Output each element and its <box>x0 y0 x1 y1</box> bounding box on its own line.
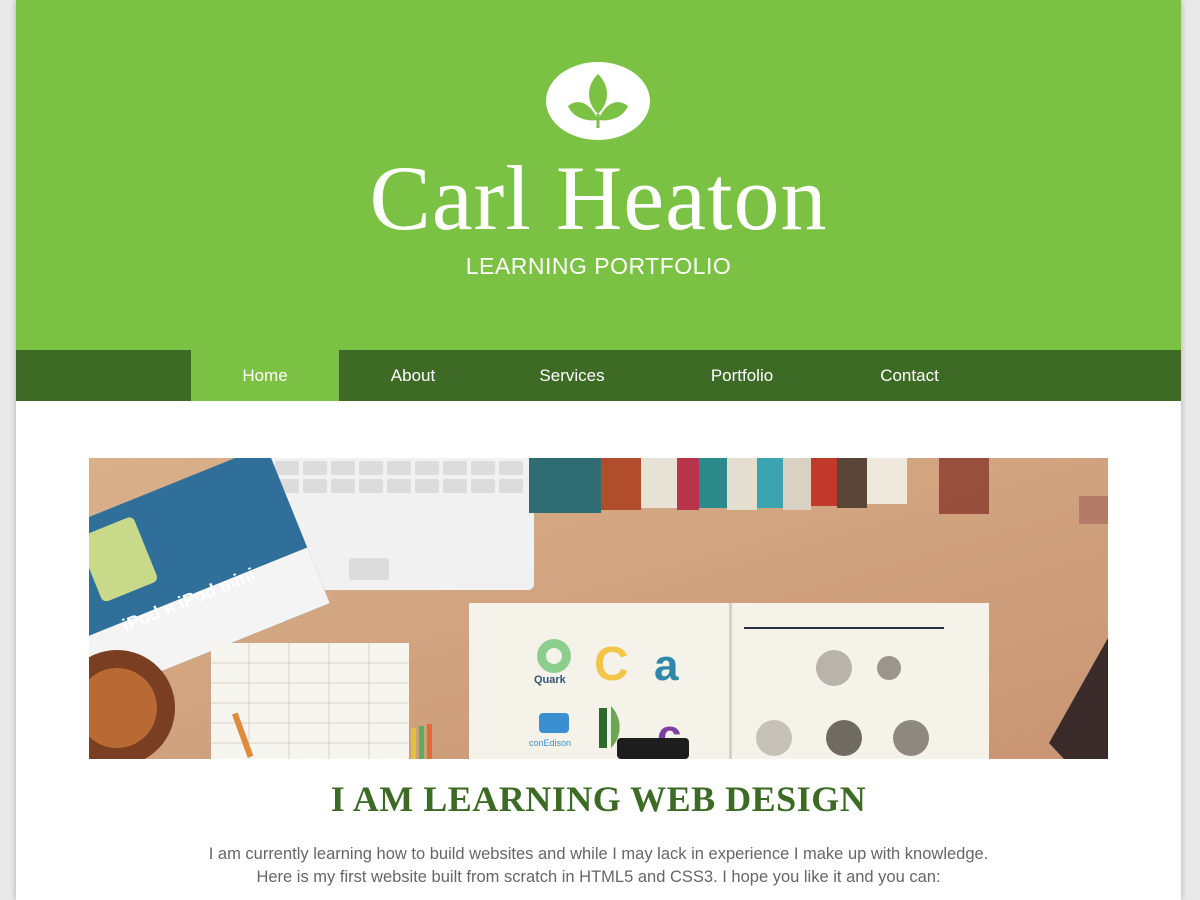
quark-logo-text: Quark <box>534 674 567 686</box>
main-nav: Home About Services Portfolio Contact <box>16 350 1181 401</box>
nav-item-contact[interactable]: Contact <box>827 350 992 401</box>
nav-item-about[interactable]: About <box>339 350 487 401</box>
svg-text:a: a <box>654 641 679 690</box>
site-header: Carl Heaton LEARNING PORTFOLIO <box>16 0 1181 350</box>
nav-item-portfolio[interactable]: Portfolio <box>657 350 827 401</box>
nav-item-services[interactable]: Services <box>487 350 657 401</box>
svg-text:C: C <box>594 638 629 691</box>
nav-item-home[interactable]: Home <box>191 350 339 401</box>
hero-image: iPod и iPod mini Quark C a conEdison c <box>89 458 1108 759</box>
main-headline: I AM LEARNING WEB DESIGN <box>330 779 867 819</box>
leaf-circle-icon <box>546 62 650 140</box>
site-title: Carl Heaton <box>369 147 828 249</box>
conedison-logo-text: conEdison <box>529 738 571 748</box>
site-subtitle: LEARNING PORTFOLIO <box>465 253 732 279</box>
intro-line-2: Here is my first website built from scra… <box>256 868 941 886</box>
intro-line-1: I am currently learning how to build web… <box>208 845 989 863</box>
page: Carl Heaton LEARNING PORTFOLIO Home Abou… <box>16 0 1181 900</box>
desk-illustration: iPod и iPod mini Quark C a conEdison c <box>89 458 1108 759</box>
intro-text: I am currently learning how to build web… <box>16 843 1181 889</box>
